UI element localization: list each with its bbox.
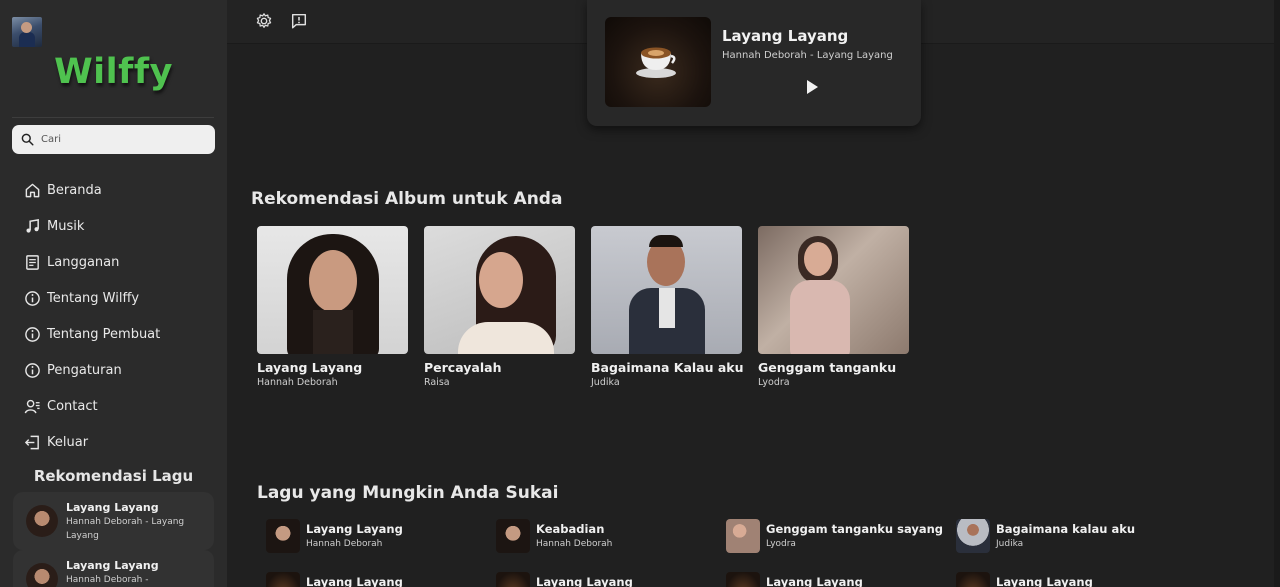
song-thumbnail: [266, 519, 300, 553]
sidebar-item-label: Musik: [47, 218, 85, 234]
song-item[interactable]: Genggam tanganku sayang Lyodra: [726, 519, 943, 553]
album-cover: [257, 226, 408, 354]
sidebar-item-label: Langganan: [47, 254, 120, 270]
recommend-song-thumbnail: [26, 563, 58, 587]
song-item[interactable]: Layang Layang: [496, 572, 633, 587]
info-icon: [25, 362, 40, 378]
sidebar-item-musik[interactable]: Musik: [24, 208, 160, 244]
song-title: Layang Layang: [996, 575, 1093, 587]
info-icon: [25, 290, 40, 306]
app-logo: Wilffy: [54, 52, 173, 92]
song-artist: Hannah Deborah: [536, 539, 613, 549]
now-playing-title: Layang Layang: [722, 27, 849, 45]
album-cover: [758, 226, 909, 354]
now-playing-cover: [605, 17, 711, 107]
sidebar-divider: [12, 117, 214, 118]
contact-icon: [24, 399, 40, 413]
songs-section-title: Lagu yang Mungkin Anda Sukai: [257, 483, 559, 503]
search-box: [12, 125, 215, 154]
song-title: Layang Layang: [306, 522, 403, 536]
sidebar: Wilffy Beranda Musik Langganan Tentang W…: [0, 0, 227, 587]
recommend-song-subtitle: Hannah Deborah - Layang Layang: [66, 517, 185, 541]
album-title: Percayalah: [424, 360, 502, 375]
album-card[interactable]: Percayalah Raisa: [424, 226, 575, 388]
song-thumbnail: [956, 519, 990, 553]
albums-section-title: Rekomendasi Album untuk Anda: [251, 189, 563, 209]
song-thumbnail: [266, 572, 300, 587]
song-title: Bagaimana kalau aku: [996, 522, 1136, 536]
song-title: Layang Layang: [536, 575, 633, 587]
song-thumbnail: [726, 572, 760, 587]
sidebar-item-label: Tentang Wilffy: [47, 290, 140, 306]
song-title: Layang Layang: [766, 575, 863, 587]
recommend-song-title: Layang Layang: [66, 501, 159, 514]
now-playing-subtitle: Hannah Deborah - Layang Layang: [722, 50, 893, 61]
song-item[interactable]: Keabadian Hannah Deborah: [496, 519, 612, 553]
song-title: Genggam tanganku sayang: [766, 522, 944, 536]
song-thumbnail: [496, 572, 530, 587]
song-thumbnail: [956, 572, 990, 587]
sidebar-item-label: Pengaturan: [47, 362, 122, 378]
feedback-icon[interactable]: [290, 12, 308, 30]
home-icon: [25, 183, 40, 197]
album-cover: [424, 226, 575, 354]
album-card[interactable]: Layang Layang Hannah Deborah: [257, 226, 408, 388]
sidebar-item-pengaturan[interactable]: Pengaturan: [24, 352, 160, 388]
album-title: Bagaimana Kalau aku: [591, 360, 744, 375]
logout-icon: [24, 435, 39, 449]
song-artist: Hannah Deborah: [306, 539, 383, 549]
recommend-song-subtitle: Hannah Deborah -: [66, 575, 149, 585]
document-icon: [26, 254, 39, 270]
song-title: Layang Layang: [306, 575, 403, 587]
album-cover: [591, 226, 742, 354]
album-title: Genggam tanganku: [758, 360, 897, 375]
sidebar-item-label: Contact: [47, 398, 98, 414]
page-scrollbar[interactable]: [1274, 0, 1280, 587]
song-thumbnail: [726, 519, 760, 553]
song-artist: Judika: [996, 539, 1024, 549]
recommend-song-card[interactable]: Layang Layang Hannah Deborah - Layang La…: [13, 492, 214, 550]
recommend-song-thumbnail: [26, 505, 58, 537]
sidebar-item-contact[interactable]: Contact: [24, 388, 160, 424]
song-title: Keabadian: [536, 522, 605, 536]
album-artist: Hannah Deborah: [257, 377, 338, 388]
recommend-song-title: Layang Layang: [66, 559, 159, 572]
sidebar-item-label: Tentang Pembuat: [47, 326, 161, 342]
sidebar-item-label: Keluar: [47, 434, 89, 450]
coffee-cup-image: [636, 47, 676, 78]
song-item[interactable]: Layang Layang: [956, 572, 1093, 587]
sidebar-item-keluar[interactable]: Keluar: [24, 424, 160, 460]
search-input[interactable]: [41, 134, 201, 145]
song-item[interactable]: Layang Layang: [266, 572, 403, 587]
album-title: Layang Layang: [257, 360, 363, 375]
album-artist: Lyodra: [758, 377, 790, 388]
play-icon[interactable]: [803, 78, 821, 96]
sidebar-item-tentang-pembuat[interactable]: Tentang Pembuat: [24, 316, 160, 352]
user-avatar[interactable]: [12, 17, 42, 47]
song-item[interactable]: Bagaimana kalau aku Judika: [956, 519, 1135, 553]
album-card[interactable]: Bagaimana Kalau aku Judika: [591, 226, 744, 388]
sidebar-item-langganan[interactable]: Langganan: [24, 244, 160, 280]
sidebar-item-label: Beranda: [47, 182, 102, 198]
song-artist: Lyodra: [766, 539, 796, 549]
song-item[interactable]: Layang Layang Hannah Deborah: [266, 519, 403, 553]
search-icon: [21, 133, 34, 146]
now-playing-card: Layang Layang Hannah Deborah - Layang La…: [587, 0, 921, 126]
sidebar-item-beranda[interactable]: Beranda: [24, 172, 160, 208]
music-note-icon: [26, 218, 39, 233]
album-artist: Raisa: [424, 377, 450, 388]
album-artist: Judika: [591, 377, 620, 388]
recommend-songs-title: Rekomendasi Lagu: [33, 467, 194, 485]
gear-icon[interactable]: [255, 12, 273, 30]
song-thumbnail: [496, 519, 530, 553]
recommend-song-card[interactable]: Layang Layang Hannah Deborah -: [13, 550, 214, 587]
sidebar-nav: Beranda Musik Langganan Tentang Wilffy T…: [24, 172, 160, 460]
info-icon: [25, 326, 40, 342]
album-card[interactable]: Genggam tanganku Lyodra: [758, 226, 909, 388]
sidebar-item-tentang-wilffy[interactable]: Tentang Wilffy: [24, 280, 160, 316]
song-item[interactable]: Layang Layang: [726, 572, 863, 587]
